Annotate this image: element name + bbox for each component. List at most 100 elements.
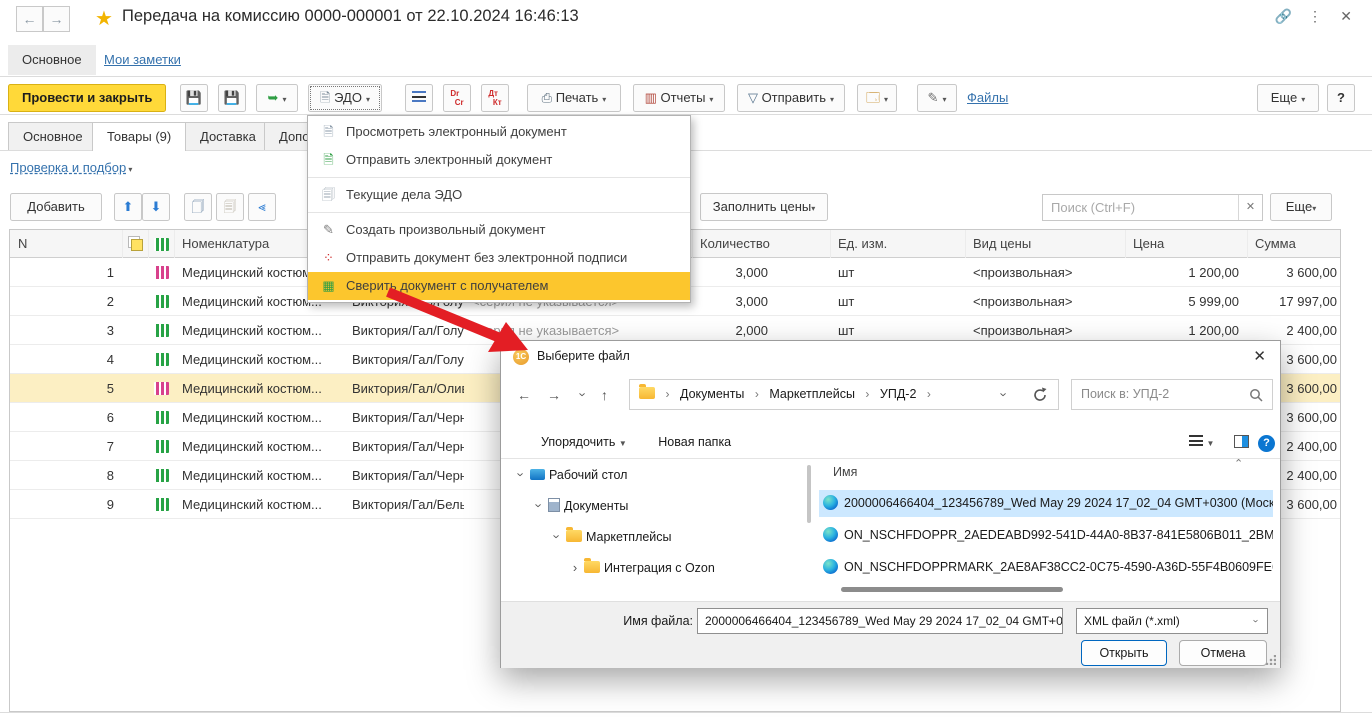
tab-goods[interactable]: Товары (9) (92, 122, 187, 151)
nav-tab-notes[interactable]: Мои заметки (90, 45, 195, 75)
breadcrumb-upd2[interactable]: УПД-2 (880, 387, 917, 401)
col-unit[interactable]: Ед. изм. (830, 230, 950, 258)
check-and-pick-link[interactable]: Проверка и подбор ▾ (10, 160, 132, 175)
open-button[interactable]: Открыть (1081, 640, 1167, 666)
print-button[interactable]: ⎙ Печать ▾ (527, 84, 621, 112)
file-type-combo[interactable]: XML файл (*.xml) › (1076, 608, 1268, 634)
close-window-icon[interactable]: ✕ (1340, 8, 1352, 25)
more-button[interactable]: Еще ▾ (1257, 84, 1319, 112)
edo-dropdown-menu: 🗎 Просмотреть электронный документ 🗎 Отпра… (307, 115, 691, 303)
name-column-header[interactable]: Имя ⌃ (819, 459, 1273, 485)
move-up-button[interactable]: ⬆ (114, 193, 142, 221)
save-button[interactable]: 💾 (180, 84, 208, 112)
chevron-down-icon: ▾ (1312, 204, 1317, 213)
move-down-button[interactable]: ⬇ (142, 193, 170, 221)
tree-item-desktop[interactable]: › Рабочий стол (501, 459, 813, 490)
files-link[interactable]: Файлы (967, 90, 1008, 105)
nav-back-icon[interactable]: ← (517, 387, 531, 403)
address-dropdown-icon[interactable]: › (997, 380, 1012, 410)
tasks-button[interactable]: 🗔 ▾ (857, 84, 897, 112)
attachments-button[interactable]: ✎ ▾ (917, 84, 957, 112)
tree-item-ozon-integration[interactable]: › Интеграция с Ozon (501, 552, 813, 583)
reports-button[interactable]: ▥ Отчеты ▾ (633, 84, 725, 112)
view-mode-button[interactable]: ▼ (1189, 425, 1214, 461)
col-marking[interactable] (148, 230, 174, 258)
more-dots-icon[interactable]: ⋮ (1308, 8, 1322, 25)
dr-cr-register-button[interactable]: Dr Cr (443, 84, 471, 112)
get-link-icon[interactable]: 🔗 (1275, 8, 1292, 25)
horizontal-scrollbar[interactable] (841, 587, 1063, 592)
copy-rows-button[interactable]: 🗍 (184, 193, 212, 221)
chevron-down-icon: › (1250, 619, 1261, 623)
tree-item-marketplaces[interactable]: › Маркетплейсы (501, 521, 813, 552)
document-structure-button[interactable] (405, 84, 433, 112)
menu-item-send-unsigned[interactable]: ⁘ Отправить документ без электронной подп… (308, 244, 690, 272)
col-price-kind[interactable]: Вид цены (965, 230, 1115, 258)
nav-forward-icon[interactable]: → (547, 387, 561, 403)
col-price[interactable]: Цена (1125, 230, 1235, 258)
file-row[interactable]: ON_NSCHFDOPPR_2AEDEABD992-541D-44A0-8B37… (819, 522, 1273, 549)
file-row[interactable]: ON_NSCHFDOPPRMARK_2AE8AF38CC2-0C75-4590-… (819, 554, 1273, 581)
share-button[interactable]: ⪡ (248, 193, 276, 221)
create-based-on-button[interactable]: ➥ ▾ (256, 84, 298, 112)
file-name-combo[interactable]: 2000006466404_123456789_Wed May 29 2024 … (697, 608, 1063, 634)
menu-item-create-arbitrary[interactable]: ✎ Создать произвольный документ (308, 216, 690, 244)
dialog-help-button[interactable]: ? (1258, 425, 1275, 459)
fill-prices-button[interactable]: Заполнить цены▾ (700, 193, 828, 221)
menu-item-edo-tasks[interactable]: 🗐 Текущие дела ЭДО (308, 181, 690, 209)
chevron-down-icon: ▾ (1301, 95, 1306, 104)
document-icon: 🗎 (323, 124, 334, 139)
organize-button[interactable]: Упорядочить ▼ (541, 435, 627, 449)
tree-scrollbar[interactable] (807, 465, 811, 523)
doc-clock-icon: 🗔 (865, 90, 881, 105)
clear-search-icon[interactable]: ✕ (1238, 195, 1262, 220)
resize-grip[interactable] (1266, 655, 1276, 665)
favorite-star-icon[interactable]: ★ (95, 6, 113, 31)
col-copy[interactable] (122, 230, 148, 258)
chevron-icon: › (572, 560, 578, 575)
refresh-icon[interactable] (1032, 387, 1048, 403)
preview-pane-button[interactable] (1234, 425, 1249, 459)
nav-recent-chevron-icon[interactable]: › (576, 387, 591, 402)
menu-item-send-edoc[interactable]: 🗎 Отправить электронный документ (308, 146, 690, 174)
add-row-button[interactable]: Добавить (10, 193, 102, 221)
dialog-titlebar[interactable]: 1С Выберите файл ✕ (501, 341, 1280, 373)
breadcrumb-documents[interactable]: Документы (680, 387, 744, 401)
edo-doc-icon: 🗎 (320, 90, 331, 105)
menu-item-view-edoc[interactable]: 🗎 Просмотреть электронный документ (308, 118, 690, 146)
col-quantity[interactable]: Количество (692, 230, 812, 258)
marking-icon (153, 266, 169, 279)
cancel-button[interactable]: Отмена (1179, 640, 1267, 666)
post-and-close-button[interactable]: Провести и закрыть (8, 84, 167, 112)
tree-item-documents[interactable]: › Документы (501, 490, 813, 521)
col-n[interactable]: N (10, 230, 122, 258)
forward-button[interactable]: → (43, 6, 70, 32)
nav-tab-main[interactable]: Основное (8, 45, 96, 75)
table-more-button[interactable]: Еще▾ (1270, 193, 1332, 221)
dialog-close-icon[interactable]: ✕ (1253, 347, 1266, 365)
address-bar[interactable]: › Документы › Маркетплейсы › УПД-2 › › (629, 379, 1059, 410)
chevron-down-icon: ▾ (884, 95, 889, 104)
table-search-field[interactable]: ✕ (1042, 194, 1263, 221)
nav-up-icon[interactable]: ↑ (601, 387, 608, 403)
up-arrow-icon: ⬆ (122, 199, 134, 214)
paste-rows-button[interactable]: 🗐 (216, 193, 244, 221)
help-button[interactable]: ? (1327, 84, 1355, 112)
dt-kt-register-button[interactable]: Дт Кт (481, 84, 509, 112)
send-button[interactable]: ▽ Отправить ▾ (737, 84, 845, 112)
marking-icon (153, 295, 169, 308)
file-row-selected[interactable]: 2000006466404_123456789_Wed May 29 2024 … (819, 490, 1273, 517)
edo-button[interactable]: 🗎 ЭДО ▾ (308, 84, 382, 112)
breadcrumb-marketplaces[interactable]: Маркетплейсы (769, 387, 855, 401)
menu-item-verify-with-recipient[interactable]: ▦ Сверить документ с получателем (308, 272, 690, 300)
file-name-label: Имя файла: (623, 614, 693, 628)
col-sum[interactable]: Сумма (1247, 230, 1342, 258)
post-document-button[interactable]: 💾 (218, 84, 246, 112)
breadcrumb-chevron-icon: › (754, 387, 759, 401)
tab-delivery[interactable]: Доставка (185, 122, 271, 151)
search-input[interactable] (1049, 196, 1232, 219)
tab-main[interactable]: Основное (8, 122, 98, 151)
dialog-search-field[interactable]: Поиск в: УПД-2 (1071, 379, 1273, 410)
back-button[interactable]: ← (16, 6, 43, 32)
new-folder-button[interactable]: Новая папка (658, 435, 731, 449)
